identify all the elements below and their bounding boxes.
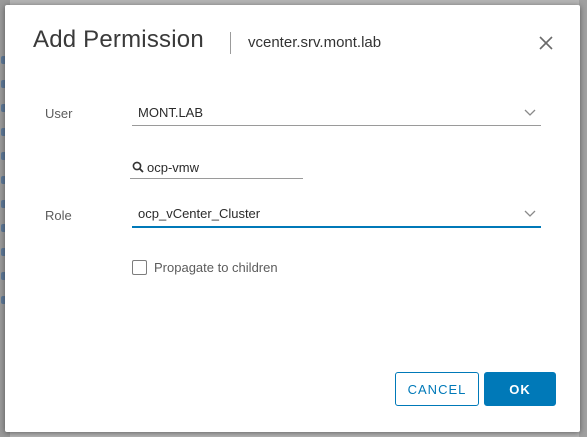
role-label: Role (45, 208, 72, 223)
role-select[interactable]: ocp_vCenter_Cluster (132, 204, 541, 228)
propagate-checkbox[interactable] (132, 260, 147, 275)
search-icon (132, 161, 144, 173)
close-icon (539, 36, 553, 50)
add-permission-dialog: Add Permission vcenter.srv.mont.lab User… (5, 5, 580, 432)
user-search-field[interactable] (130, 157, 303, 179)
ok-button[interactable]: OK (484, 372, 556, 406)
dialog-title: Add Permission (33, 26, 204, 53)
chevron-down-icon (524, 109, 536, 116)
cancel-button[interactable]: CANCEL (395, 372, 479, 406)
dialog-subtitle: vcenter.srv.mont.lab (248, 34, 382, 51)
user-search-input[interactable] (147, 157, 297, 177)
chevron-down-icon (524, 210, 536, 217)
user-domain-select[interactable]: MONT.LAB (132, 103, 541, 126)
role-value: ocp_vCenter_Cluster (138, 206, 261, 221)
dialog-header: Add Permission vcenter.srv.mont.lab (5, 5, 580, 81)
user-label: User (45, 106, 73, 121)
user-domain-value: MONT.LAB (138, 105, 204, 120)
propagate-label: Propagate to children (154, 260, 278, 275)
title-divider (230, 32, 231, 54)
close-button[interactable] (535, 32, 557, 54)
background-right-panel (579, 0, 587, 437)
